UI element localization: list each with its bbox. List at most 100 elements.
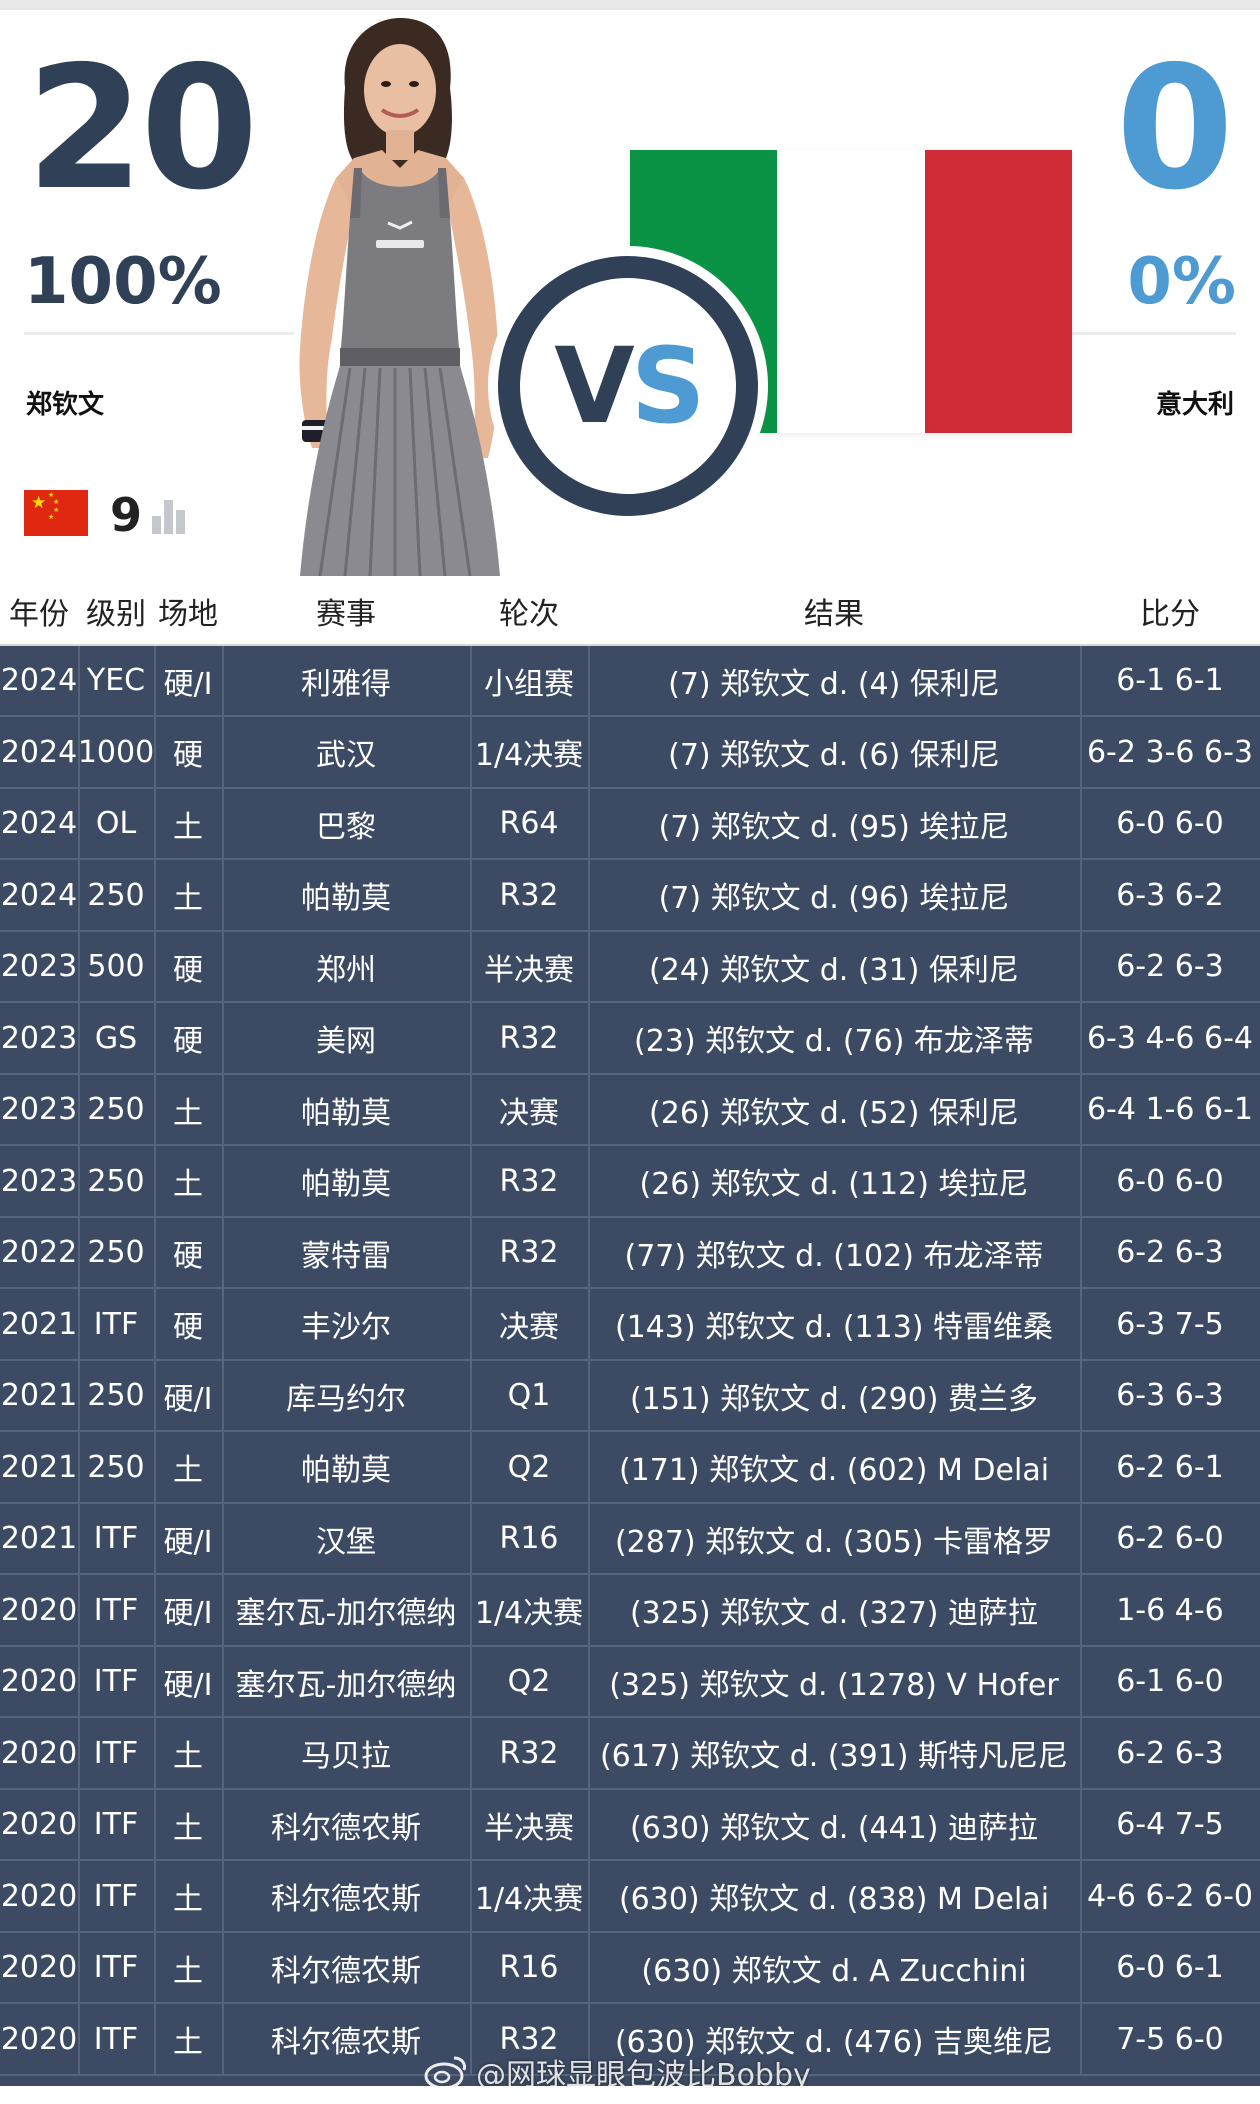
- left-score: 20: [26, 30, 259, 228]
- table-row[interactable]: 2022 250 硬 蒙特雷 R32 (77) 郑钦文 d. (102) 布龙泽蒂 6-2 …: [0, 1218, 1260, 1289]
- cell-score: 6-3 6-2: [1116, 877, 1224, 913]
- cell-surface: 土: [173, 1953, 203, 1989]
- cell-year: 2024: [0, 806, 78, 841]
- col-divider: [154, 646, 156, 2076]
- cell-score: 6-0 6-1: [1116, 1950, 1224, 1985]
- cell-score: 6-2 6-3: [1116, 1735, 1224, 1771]
- cell-result: (287) 郑钦文 d. (305) 卡雷格罗: [614, 1524, 1054, 1560]
- cell-year: 2021: [0, 1521, 78, 1556]
- cell-event: 巴黎: [316, 809, 376, 845]
- cell-event: 汉堡: [316, 1524, 376, 1560]
- cell-surface: 土: [173, 2025, 203, 2060]
- cell-score: 6-4 1-6 6-1: [1086, 1092, 1254, 1127]
- table-row[interactable]: 2020 ITF 土 马贝拉 R32 (617) 郑钦文 d. (391) 斯特凡尼尼 6-…: [0, 1719, 1260, 1790]
- table-row[interactable]: 2024 1000 硬 武汉 1/4决赛 (7) 郑钦文 d. (6) 保利尼 6-2 3-…: [0, 718, 1260, 789]
- cell-result: (617) 郑钦文 d. (391) 斯特凡尼尼: [599, 1739, 1069, 1774]
- cell-round: 1/4决赛: [474, 1882, 584, 1917]
- cell-round: Q1: [507, 1378, 551, 1413]
- cell-score: 6-3 7-5: [1116, 1306, 1224, 1342]
- col-header-event[interactable]: 赛事: [222, 576, 470, 646]
- cell-round: R32: [499, 1163, 559, 1199]
- col-divider: [588, 646, 590, 2076]
- col-header-score[interactable]: 比分: [1080, 576, 1260, 646]
- table-row[interactable]: 2024 OL 土 巴黎 R64 (7) 郑钦文 d. (95) 埃拉尼 6-0 6-0: [0, 789, 1260, 860]
- cell-event: 利雅得: [301, 666, 391, 702]
- cell-level: 250: [87, 1378, 145, 1413]
- cell-event: 塞尔瓦-加尔德纳: [235, 1667, 457, 1703]
- table-row[interactable]: 2021 250 土 帕勒莫 Q2 (171) 郑钦文 d. (602) M Delai 6…: [0, 1433, 1260, 1504]
- cell-year: 2020: [0, 1664, 78, 1699]
- cell-year: 2024: [0, 877, 78, 913]
- left-player-name[interactable]: 郑钦文: [26, 384, 104, 421]
- cell-score: 4-6 6-2 6-0: [1086, 1878, 1254, 1914]
- table-row[interactable]: 2020 ITF 硬/I 塞尔瓦-加尔德纳 Q2 (325) 郑钦文 d. (1278) …: [0, 1647, 1260, 1718]
- cell-round: R64: [499, 806, 559, 841]
- player-rank: 9: [110, 488, 143, 542]
- vs-letter-v: V: [554, 325, 634, 447]
- col-header-round[interactable]: 轮次: [470, 576, 588, 646]
- cell-year: 2020: [0, 1735, 78, 1771]
- cell-round: R32: [499, 877, 559, 913]
- col-header-surface[interactable]: 场地: [154, 576, 222, 646]
- cell-result: (7) 郑钦文 d. (95) 埃拉尼: [658, 809, 1010, 845]
- table-row[interactable]: 2023 GS 硬 美网 R32 (23) 郑钦文 d. (76) 布龙泽蒂 6-3 4-6…: [0, 1004, 1260, 1075]
- table-row[interactable]: 2021 ITF 硬 丰沙尔 决赛 (143) 郑钦文 d. (113) 特雷维桑 6-3 …: [0, 1290, 1260, 1361]
- cell-year: 2020: [0, 1950, 78, 1985]
- cell-score: 6-1 6-1: [1116, 663, 1224, 698]
- h2h-header: 20 0 100% 0% 郑钦文 意大利 ★ ★ ★ ★ ★ 9 V S: [0, 0, 1260, 576]
- cell-round: R16: [499, 1950, 559, 1985]
- cell-year: 2021: [0, 1306, 78, 1342]
- cell-level: ITF: [93, 1592, 139, 1628]
- cell-level: ITF: [93, 1807, 139, 1842]
- cell-event: 丰沙尔: [301, 1310, 391, 1345]
- cell-result: (630) 郑钦文 d. (838) M Delai: [618, 1882, 1050, 1917]
- cell-round: 1/4决赛: [474, 738, 584, 773]
- table-row[interactable]: 2023 250 土 帕勒莫 决赛 (26) 郑钦文 d. (52) 保利尼 6-4 1-6…: [0, 1075, 1260, 1146]
- table-row[interactable]: 2020 ITF 土 科尔德农斯 1/4决赛 (630) 郑钦文 d. (838) M D…: [0, 1862, 1260, 1933]
- cell-year: 2022: [0, 1235, 78, 1270]
- cell-level: 500: [87, 949, 145, 984]
- col-header-level[interactable]: 级别: [78, 576, 154, 646]
- cell-year: 2020: [0, 2021, 78, 2057]
- col-divider: [470, 646, 472, 2076]
- table-row[interactable]: 2020 ITF 土 科尔德农斯 半决赛 (630) 郑钦文 d. (441) 迪萨拉 6-…: [0, 1790, 1260, 1861]
- cell-surface: 硬: [173, 738, 203, 773]
- cell-level: ITF: [93, 1306, 139, 1342]
- cell-event: 帕勒莫: [301, 1095, 391, 1131]
- table-row[interactable]: 2023 500 硬 郑州 半决赛 (24) 郑钦文 d. (31) 保利尼 6-2 6-3: [0, 932, 1260, 1003]
- cell-round: Q2: [507, 1449, 551, 1485]
- right-country-name[interactable]: 意大利: [1156, 384, 1234, 421]
- col-header-result[interactable]: 结果: [588, 576, 1080, 646]
- cell-level: ITF: [93, 1521, 139, 1556]
- table-row[interactable]: 2024 250 土 帕勒莫 R32 (7) 郑钦文 d. (96) 埃拉尼 6-3 6-2: [0, 861, 1260, 932]
- cell-score: 6-3 4-6 6-4: [1086, 1020, 1254, 1056]
- table-row[interactable]: 2021 250 硬/I 库马约尔 Q1 (151) 郑钦文 d. (290) 费兰多 6-…: [0, 1361, 1260, 1432]
- cell-result: (77) 郑钦文 d. (102) 布龙泽蒂: [624, 1238, 1044, 1274]
- table-row[interactable]: 2021 ITF 硬/I 汉堡 R16 (287) 郑钦文 d. (305) 卡雷格罗 6-…: [0, 1504, 1260, 1575]
- china-flag-icon: ★ ★ ★ ★ ★: [24, 490, 88, 536]
- table-row[interactable]: 2020 ITF 土 科尔德农斯 R16 (630) 郑钦文 d. A Zucchini 6…: [0, 1933, 1260, 2004]
- cell-surface: 硬: [173, 952, 203, 988]
- table-row[interactable]: 2024 YEC 硬/I 利雅得 小组赛 (7) 郑钦文 d. (4) 保利尼 6-1 6-…: [0, 646, 1260, 717]
- cell-event: 武汉: [316, 738, 376, 773]
- cell-score: 6-1 6-0: [1116, 1664, 1224, 1699]
- cell-surface: 土: [173, 881, 203, 916]
- cell-round: 小组赛: [484, 666, 574, 702]
- cell-result: (325) 郑钦文 d. (327) 迪萨拉: [629, 1596, 1039, 1631]
- cell-surface: 土: [173, 1882, 203, 1917]
- cell-result: (151) 郑钦文 d. (290) 费兰多: [629, 1381, 1039, 1417]
- cell-score: 6-2 6-1: [1116, 1449, 1224, 1485]
- rank-chart-icon[interactable]: [152, 500, 188, 534]
- col-header-year[interactable]: 年份: [0, 576, 78, 646]
- table-row[interactable]: 2020 ITF 硬/I 塞尔瓦-加尔德纳 1/4决赛 (325) 郑钦文 d. (327…: [0, 1576, 1260, 1647]
- cell-event: 科尔德农斯: [271, 1882, 421, 1917]
- cell-level: OL: [95, 806, 137, 841]
- cell-year: 2023: [0, 949, 78, 984]
- cell-level: 250: [87, 877, 145, 913]
- cell-event: 帕勒莫: [301, 1453, 391, 1488]
- cell-year: 2023: [0, 1092, 78, 1127]
- cell-score: 6-0 6-0: [1116, 1163, 1224, 1199]
- table-row[interactable]: 2023 250 土 帕勒莫 R32 (26) 郑钦文 d. (112) 埃拉尼 6-0 6…: [0, 1147, 1260, 1218]
- cell-surface: 土: [173, 1167, 203, 1202]
- cell-round: Q2: [507, 1664, 551, 1699]
